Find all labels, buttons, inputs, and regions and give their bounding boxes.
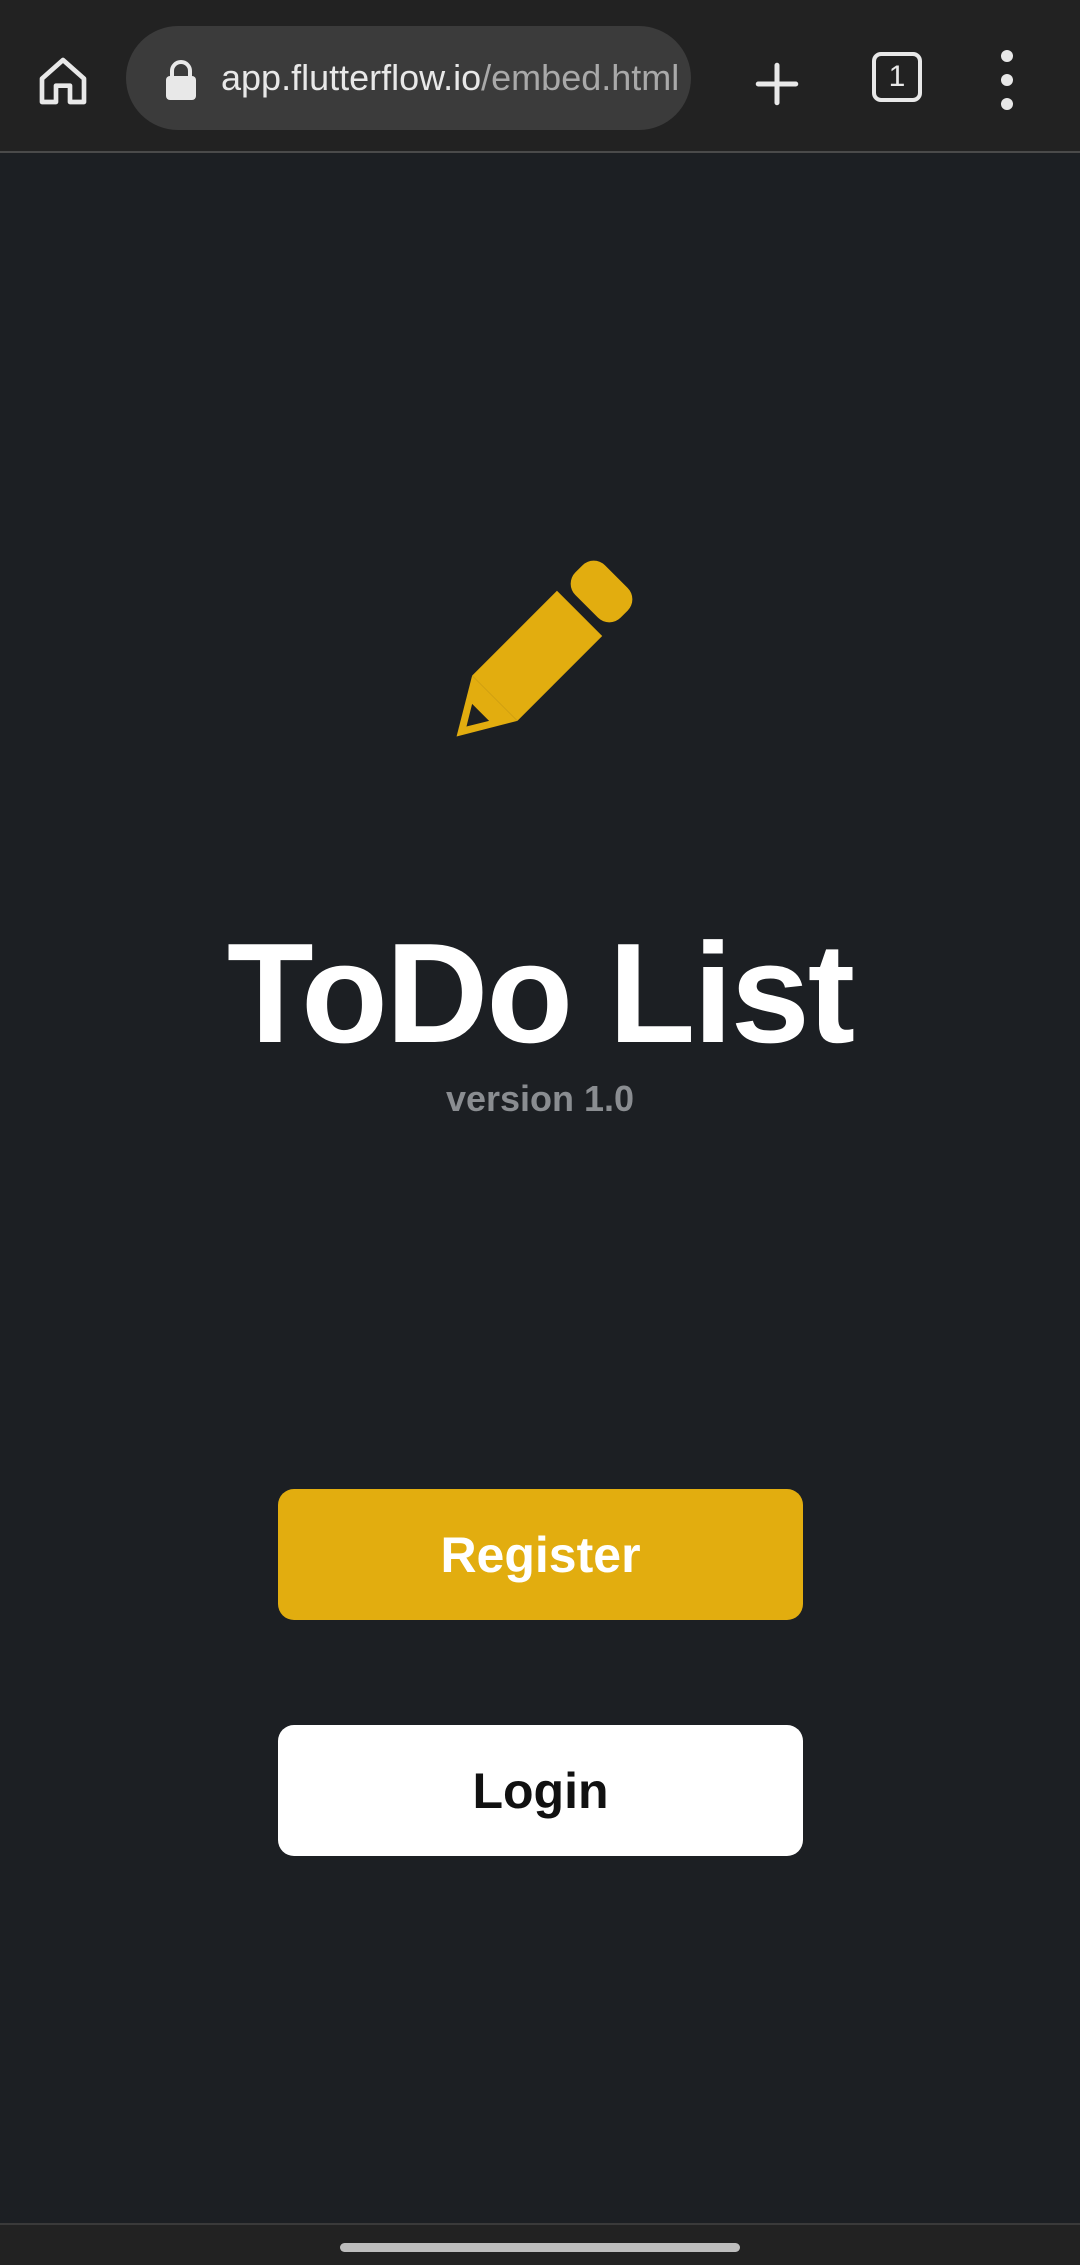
tab-switcher-icon[interactable]: 1 bbox=[872, 52, 922, 102]
version-label: version 1.0 bbox=[445, 1078, 635, 1119]
system-nav-bar bbox=[0, 2223, 1080, 2265]
address-bar[interactable]: app.flutterflow.io/embed.html bbox=[126, 26, 691, 130]
app-title: ToDo List bbox=[226, 914, 855, 1073]
menu-dot bbox=[1001, 74, 1013, 86]
url-path: /embed.html bbox=[481, 57, 680, 98]
lock-icon bbox=[166, 60, 196, 100]
browser-toolbar: app.flutterflow.io/embed.html 1 bbox=[0, 0, 1080, 153]
url-text: app.flutterflow.io/embed.html bbox=[221, 26, 681, 130]
menu-dot bbox=[1001, 50, 1013, 62]
app-screen: ToDo List version 1.0 Register Login bbox=[0, 153, 1080, 2223]
pencil-icon bbox=[456, 560, 633, 737]
plus-icon[interactable] bbox=[737, 44, 817, 124]
register-button[interactable]: Register bbox=[278, 1489, 803, 1620]
url-host: app.flutterflow.io bbox=[221, 57, 482, 98]
gesture-handle[interactable] bbox=[340, 2243, 740, 2252]
menu-dot bbox=[1001, 98, 1013, 110]
home-icon[interactable] bbox=[26, 44, 100, 118]
login-button[interactable]: Login bbox=[278, 1725, 803, 1856]
more-vert-icon[interactable] bbox=[990, 50, 1024, 110]
